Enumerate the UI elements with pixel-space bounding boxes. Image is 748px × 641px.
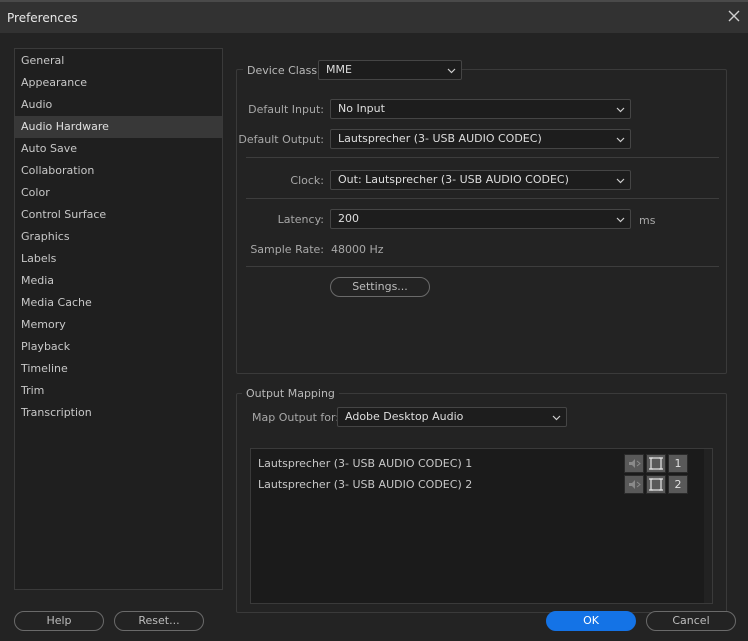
chevron-down-icon xyxy=(616,217,625,223)
help-button[interactable]: Help xyxy=(14,611,104,631)
list-item[interactable]: Lautsprecher (3- USB AUDIO CODEC) 1 xyxy=(258,457,472,470)
device-class-dropdown[interactable]: MME xyxy=(318,60,462,80)
chevron-down-icon xyxy=(447,68,456,74)
latency-dropdown[interactable]: 200 xyxy=(330,209,631,229)
channel-number-badge[interactable]: 2 xyxy=(668,475,688,494)
latency-label: Latency: xyxy=(277,213,324,226)
sidebar-item-media[interactable]: Media xyxy=(15,270,222,292)
chevron-down-icon xyxy=(616,107,625,113)
sidebar-item-labels[interactable]: Labels xyxy=(15,248,222,270)
sidebar-item-appearance[interactable]: Appearance xyxy=(15,72,222,94)
chevron-down-icon xyxy=(552,415,561,421)
close-icon[interactable] xyxy=(726,8,742,24)
divider xyxy=(246,198,719,199)
default-input-value: No Input xyxy=(338,102,385,115)
sidebar-item-transcription[interactable]: Transcription xyxy=(15,402,222,424)
output-mapping-title: Output Mapping xyxy=(242,387,339,400)
default-input-dropdown[interactable]: No Input xyxy=(330,99,631,119)
reset-button[interactable]: Reset... xyxy=(114,611,204,631)
cancel-button[interactable]: Cancel xyxy=(646,611,736,631)
map-output-label: Map Output for: xyxy=(252,411,340,424)
device-class-label: Device Class: xyxy=(243,64,325,77)
chevron-down-icon xyxy=(616,178,625,184)
clock-dropdown[interactable]: Out: Lautsprecher (3- USB AUDIO CODEC) xyxy=(330,170,631,190)
clock-label: Clock: xyxy=(290,174,324,187)
channel-assign-icon[interactable] xyxy=(646,454,666,473)
speaker-icon[interactable] xyxy=(624,475,644,494)
device-class-value: MME xyxy=(326,63,352,76)
scrollbar[interactable] xyxy=(704,449,712,603)
channel-number-badge[interactable]: 1 xyxy=(668,454,688,473)
sidebar-item-trim[interactable]: Trim xyxy=(15,380,222,402)
sidebar-item-control-surface[interactable]: Control Surface xyxy=(15,204,222,226)
sample-rate-label: Sample Rate: xyxy=(250,243,324,256)
clock-value: Out: Lautsprecher (3- USB AUDIO CODEC) xyxy=(338,173,569,186)
sidebar-item-graphics[interactable]: Graphics xyxy=(15,226,222,248)
sample-rate-value: 48000 Hz xyxy=(331,243,384,256)
latency-value: 200 xyxy=(338,212,359,225)
divider xyxy=(246,266,719,267)
sidebar-item-memory[interactable]: Memory xyxy=(15,314,222,336)
settings-button[interactable]: Settings... xyxy=(330,277,430,297)
window-title: Preferences xyxy=(7,11,78,25)
latency-unit: ms xyxy=(639,214,656,227)
sidebar-item-media-cache[interactable]: Media Cache xyxy=(15,292,222,314)
sidebar-item-general[interactable]: General xyxy=(15,50,222,72)
divider xyxy=(246,157,719,158)
default-input-label: Default Input: xyxy=(248,103,324,116)
map-output-value: Adobe Desktop Audio xyxy=(345,410,464,423)
ok-button[interactable]: OK xyxy=(546,611,636,631)
speaker-icon[interactable] xyxy=(624,454,644,473)
list-item[interactable]: Lautsprecher (3- USB AUDIO CODEC) 2 xyxy=(258,478,472,491)
sidebar-item-auto-save[interactable]: Auto Save xyxy=(15,138,222,160)
sidebar-item-color[interactable]: Color xyxy=(15,182,222,204)
sidebar-item-collaboration[interactable]: Collaboration xyxy=(15,160,222,182)
output-channel-list[interactable]: Lautsprecher (3- USB AUDIO CODEC) 1 Laut… xyxy=(250,448,713,604)
sidebar-item-playback[interactable]: Playback xyxy=(15,336,222,358)
title-bar: Preferences xyxy=(0,0,748,33)
default-output-dropdown[interactable]: Lautsprecher (3- USB AUDIO CODEC) xyxy=(330,129,631,149)
sidebar-item-timeline[interactable]: Timeline xyxy=(15,358,222,380)
map-output-dropdown[interactable]: Adobe Desktop Audio xyxy=(337,407,567,427)
chevron-down-icon xyxy=(616,137,625,143)
channel-assign-icon[interactable] xyxy=(646,475,666,494)
preferences-category-list: General Appearance Audio Audio Hardware … xyxy=(14,48,223,590)
default-output-value: Lautsprecher (3- USB AUDIO CODEC) xyxy=(338,132,542,145)
default-output-label: Default Output: xyxy=(238,133,324,146)
sidebar-item-audio-hardware[interactable]: Audio Hardware xyxy=(15,116,222,138)
sidebar-item-audio[interactable]: Audio xyxy=(15,94,222,116)
